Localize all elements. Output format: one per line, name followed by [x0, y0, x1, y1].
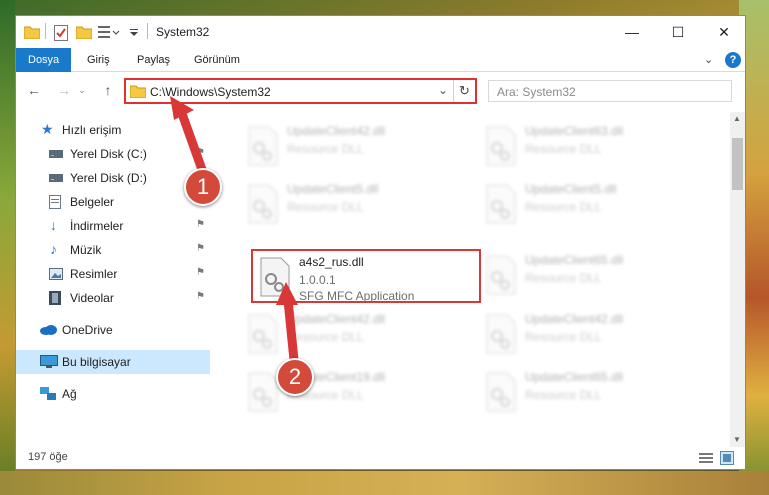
annotation-overlay	[170, 96, 299, 365]
callout-badge-2: 2	[276, 358, 314, 396]
callout-arrow-2	[283, 295, 299, 365]
callout-badge-1: 1	[184, 168, 222, 206]
callout-arrowhead-2	[276, 282, 298, 305]
